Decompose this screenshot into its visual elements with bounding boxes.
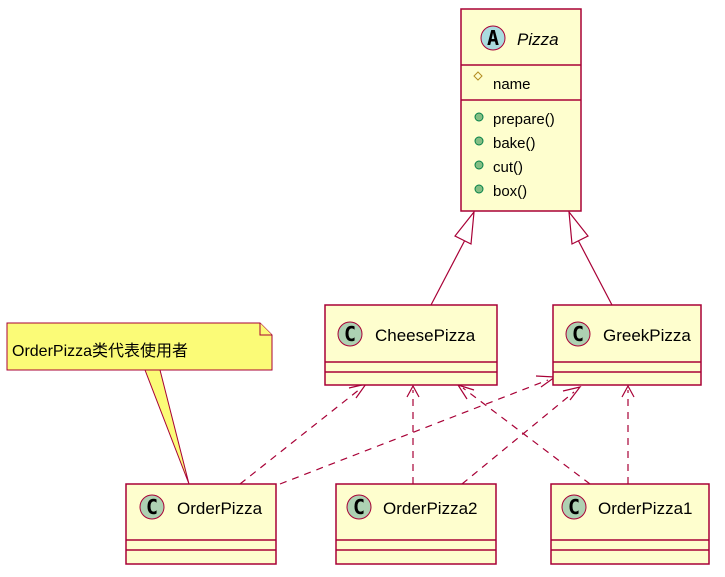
class-badge-letter: C: [568, 495, 580, 519]
edge-cheesepizza-to-pizza: [430, 239, 466, 306]
class-orderpizza[interactable]: C OrderPizza: [125, 483, 277, 565]
class-orderpizza1[interactable]: C OrderPizza1: [550, 483, 710, 565]
class-cheesepizza[interactable]: C CheesePizza: [324, 304, 498, 386]
edge-orderpizza2-to-greekpizza: [461, 391, 575, 485]
class-name: Pizza: [517, 30, 559, 49]
class-name: CheesePizza: [375, 326, 476, 345]
class-name: GreekPizza: [603, 326, 691, 345]
edge-orderpizza-to-cheesepizza: [239, 388, 361, 485]
edge-orderpizza-to-greekpizza: [279, 379, 549, 485]
method-name: bake(): [493, 135, 536, 152]
method-name: prepare(): [493, 111, 555, 128]
edge-greekpizza-to-pizza: [577, 239, 613, 306]
field-name: name: [493, 76, 531, 93]
class-name: OrderPizza: [177, 499, 263, 518]
class-badge-letter: C: [146, 495, 158, 519]
dependency-arrowhead: [535, 375, 557, 388]
note-text: OrderPizza类代表使用者: [12, 342, 188, 360]
class-name: OrderPizza1: [598, 499, 692, 518]
edge-orderpizza1-to-cheesepizza: [462, 387, 591, 485]
class-badge-letter: C: [353, 495, 365, 519]
class-badge-letter: C: [344, 322, 356, 346]
public-visibility-icon: [474, 112, 484, 122]
dependency-arrowhead: [562, 386, 582, 401]
abstract-badge-letter: A: [487, 26, 499, 50]
inheritance-arrowhead: [454, 210, 475, 245]
note: OrderPizza类代表使用者: [6, 322, 273, 485]
dependency-arrowhead: [456, 383, 475, 400]
public-visibility-icon: [474, 160, 484, 170]
class-greekpizza[interactable]: C GreekPizza: [552, 304, 702, 386]
note-corner-fold: [259, 323, 272, 336]
method-name: box(): [493, 183, 527, 200]
dependency-edges: [239, 375, 635, 485]
inheritance-arrowhead: [568, 210, 589, 245]
public-visibility-icon: [474, 136, 484, 146]
class-orderpizza2[interactable]: C OrderPizza2: [335, 483, 497, 565]
inheritance-edges: [430, 210, 613, 306]
class-badge-letter: C: [572, 322, 584, 346]
class-diagram: OrderPizza类代表使用者 A Pizza name prepare() …: [6, 8, 710, 565]
class-name: OrderPizza2: [383, 499, 477, 518]
public-visibility-icon: [474, 184, 484, 194]
class-pizza[interactable]: A Pizza name prepare() bake() cut() box(…: [460, 8, 582, 212]
method-name: cut(): [493, 159, 523, 176]
note-connector: [144, 369, 190, 485]
